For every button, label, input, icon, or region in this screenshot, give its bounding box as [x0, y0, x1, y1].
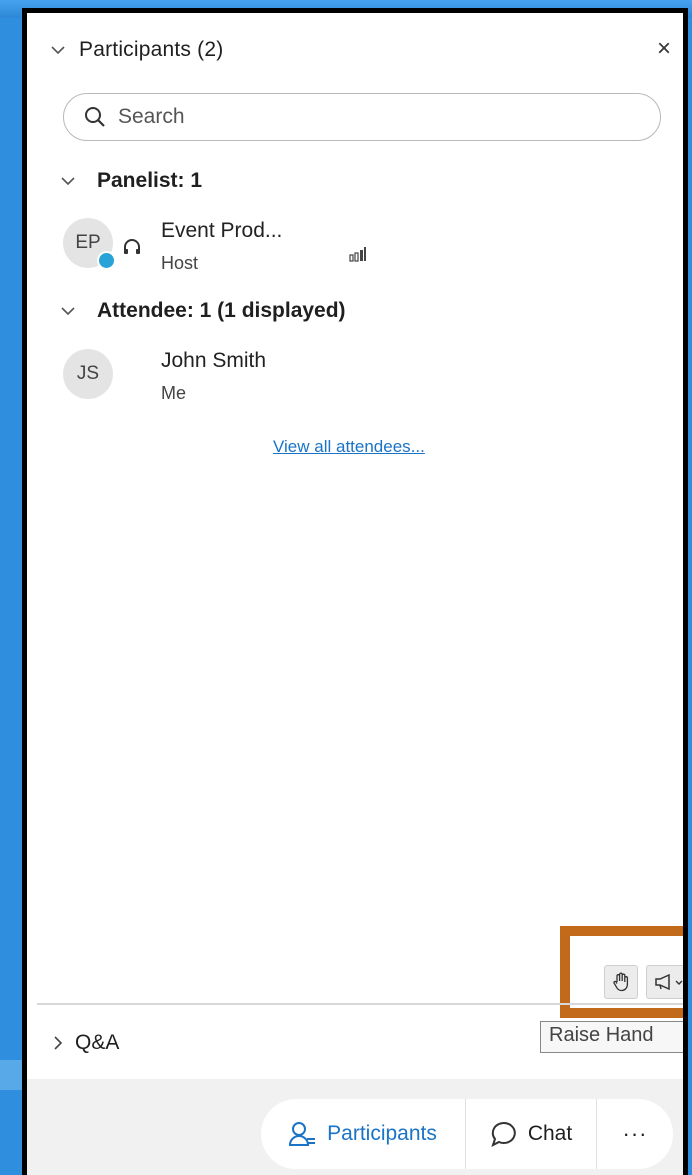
headset-icon — [124, 239, 140, 254]
chat-tab-button[interactable]: Chat — [466, 1099, 596, 1169]
panelist-section-label: Panelist: 1 — [97, 169, 203, 192]
search-input[interactable] — [116, 104, 640, 130]
view-all-attendees-link[interactable]: View all attendees... — [273, 437, 425, 457]
chat-tab-label: Chat — [527, 1122, 573, 1145]
participant-row[interactable]: EP Event Prod... Host — [27, 208, 683, 278]
footer-tab-group: Participants Chat ··· — [261, 1099, 673, 1169]
attendee-section-header[interactable]: Attendee: 1 (1 displayed) — [59, 299, 346, 323]
attendee-section-label: Attendee: 1 (1 displayed) — [97, 299, 346, 322]
more-icon: ··· — [622, 1121, 648, 1146]
participant-row[interactable]: JS John Smith Me — [27, 338, 683, 408]
qa-label: Q&A — [75, 1031, 120, 1054]
participants-icon — [289, 1122, 316, 1146]
participants-tab-button[interactable]: Participants — [261, 1099, 465, 1169]
participant-role: Me — [161, 383, 187, 403]
divider — [37, 1003, 683, 1005]
participant-name: Event Prod... — [161, 219, 283, 242]
qa-section-header[interactable]: Q&A — [51, 1031, 119, 1055]
chevron-down-icon[interactable] — [49, 41, 67, 59]
panel-header[interactable]: Participants (2) — [49, 38, 223, 62]
panel-title: Participants (2) — [79, 38, 224, 61]
audio-level-icon — [349, 247, 366, 262]
search-icon — [85, 107, 105, 127]
avatar: EP — [63, 218, 116, 270]
chat-icon — [491, 1121, 516, 1147]
participant-name: John Smith — [161, 349, 267, 372]
chevron-down-icon — [61, 307, 75, 316]
panelist-section-header[interactable]: Panelist: 1 — [59, 169, 202, 193]
more-options-button[interactable]: ··· — [597, 1099, 673, 1169]
avatar: JS — [63, 349, 113, 399]
search-box[interactable] — [63, 93, 661, 141]
participants-tab-label: Participants — [327, 1122, 437, 1145]
chevron-down-icon — [61, 177, 75, 186]
footer-bar: Participants Chat ··· — [27, 1079, 683, 1175]
participants-panel: Participants (2) × Panelist: 1 EP Event … — [22, 8, 688, 1175]
chevron-right-icon — [54, 1036, 63, 1050]
status-indicator-icon — [97, 251, 116, 270]
avatar-initials: JS — [76, 363, 100, 384]
avatar-initials: EP — [75, 232, 101, 253]
participant-role: Host — [161, 253, 199, 273]
close-icon[interactable]: × — [657, 37, 671, 61]
raise-hand-tooltip: Raise Hand — [540, 1021, 683, 1053]
